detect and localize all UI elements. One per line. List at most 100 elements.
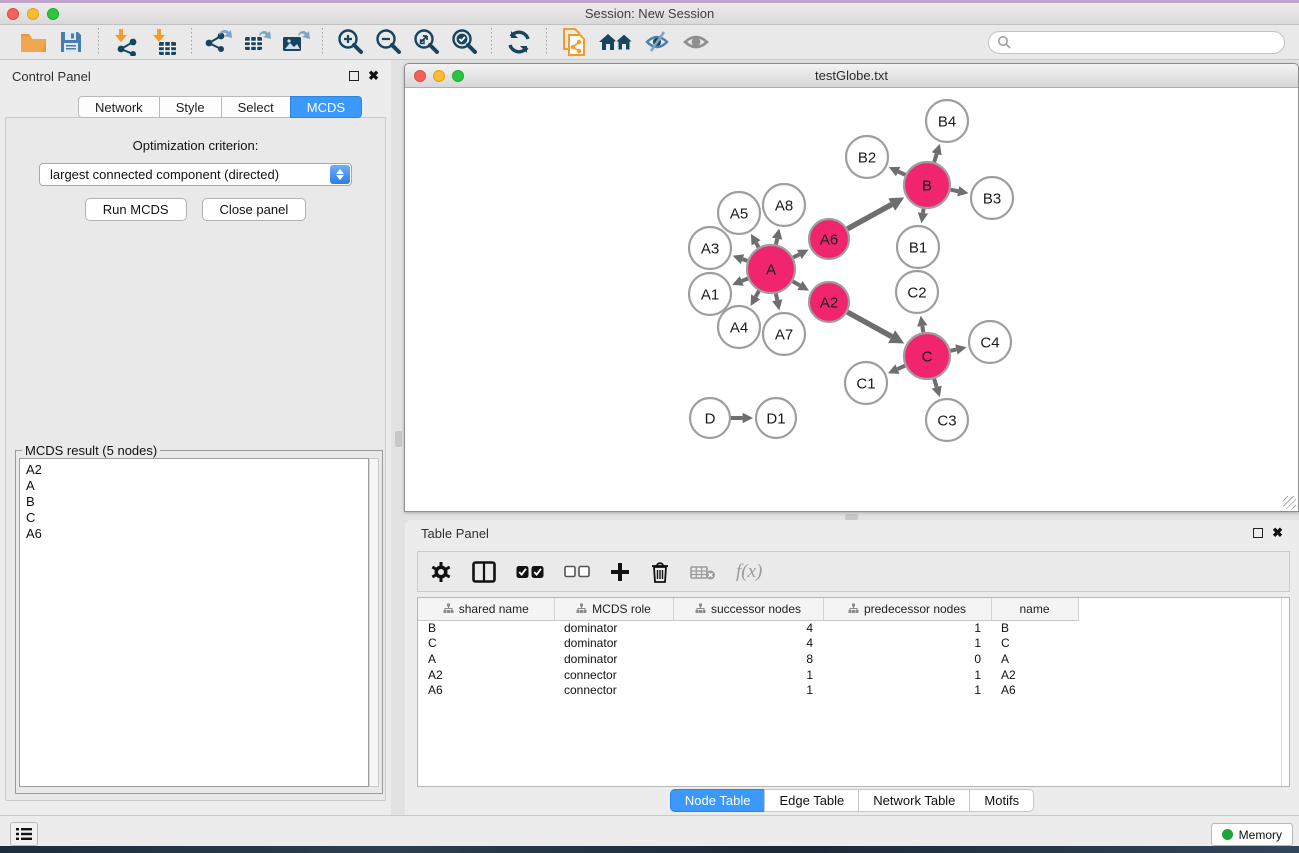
- table-cell[interactable]: 1: [823, 620, 991, 636]
- result-item[interactable]: B: [26, 494, 368, 510]
- graph-edge-A-A2[interactable]: [793, 281, 800, 285]
- network-canvas[interactable]: B4B2BB3A5A8A6A3B1AA1C2A2A4A7C4CC1DD1C3: [405, 88, 1298, 511]
- table-cell[interactable]: connector: [554, 667, 673, 683]
- import-network-button[interactable]: [110, 27, 142, 57]
- table-row[interactable]: A2connector11A2: [418, 667, 1078, 683]
- zoom-fit-button[interactable]: [410, 27, 442, 57]
- tab-select[interactable]: Select: [221, 96, 290, 118]
- table-cell[interactable]: dominator: [554, 651, 673, 667]
- table-cell[interactable]: A2: [418, 667, 554, 683]
- graph-edge-A-A6[interactable]: [793, 254, 799, 257]
- graph-edge-C-C3[interactable]: [934, 379, 937, 387]
- export-network-button[interactable]: [203, 27, 235, 57]
- graph-edge-B-B1[interactable]: [923, 209, 924, 213]
- graph-edge-A6-B[interactable]: [847, 204, 891, 228]
- desktop-vertical-scrollbar[interactable]: [395, 431, 402, 447]
- criterion-select[interactable]: largest connected component (directed): [39, 163, 352, 186]
- table-cell[interactable]: 4: [673, 620, 823, 636]
- table-vertical-scrollbar[interactable]: [1281, 598, 1289, 786]
- table-cell[interactable]: A2: [991, 667, 1078, 683]
- graph-edge-B-B4[interactable]: [934, 154, 937, 162]
- result-item[interactable]: A2: [26, 462, 368, 478]
- table-row[interactable]: Adominator80A: [418, 651, 1078, 667]
- result-list-scrollbar[interactable]: [369, 458, 379, 787]
- node-table-grid[interactable]: shared nameMCDS rolesuccessor nodesprede…: [418, 598, 1078, 698]
- network-zoom-button[interactable]: [452, 70, 464, 82]
- table-cell[interactable]: B: [991, 620, 1078, 636]
- close-panel-icon[interactable]: ✖: [368, 71, 379, 81]
- table-cell[interactable]: A6: [418, 682, 554, 698]
- table-cell[interactable]: C: [991, 636, 1078, 652]
- table-settings-button[interactable]: [430, 561, 452, 583]
- table-cell[interactable]: A: [418, 651, 554, 667]
- select-all-button[interactable]: [516, 565, 544, 579]
- task-history-button[interactable]: [10, 822, 38, 846]
- search-field[interactable]: [988, 31, 1285, 54]
- window-resize-grip[interactable]: [1283, 496, 1296, 509]
- zoom-selected-button[interactable]: [448, 27, 480, 57]
- save-session-button[interactable]: [55, 27, 87, 57]
- delete-table-button[interactable]: [690, 563, 716, 581]
- column-header-MCDS-role[interactable]: MCDS role: [554, 598, 673, 620]
- result-item[interactable]: A: [26, 478, 368, 494]
- graph-edge-A-A1[interactable]: [742, 278, 748, 280]
- export-table-button[interactable]: [241, 27, 273, 57]
- function-builder-button[interactable]: f(x): [736, 561, 762, 583]
- tab-edge-table[interactable]: Edge Table: [764, 789, 858, 812]
- table-cell[interactable]: 8: [673, 651, 823, 667]
- table-cell[interactable]: 1: [823, 682, 991, 698]
- graph-edge-C-C4[interactable]: [950, 349, 956, 350]
- delete-column-button[interactable]: [650, 561, 670, 583]
- close-panel-button[interactable]: Close panel: [202, 198, 307, 221]
- column-header-predecessor-nodes[interactable]: predecessor nodes: [823, 598, 991, 620]
- graph-edge-A-A7[interactable]: [776, 294, 777, 301]
- tab-network-table[interactable]: Network Table: [858, 789, 969, 812]
- column-header-shared-name[interactable]: shared name: [418, 598, 554, 620]
- table-cell[interactable]: dominator: [554, 620, 673, 636]
- tab-node-table[interactable]: Node Table: [670, 789, 765, 812]
- table-cell[interactable]: C: [418, 636, 554, 652]
- column-header-successor-nodes[interactable]: successor nodes: [673, 598, 823, 620]
- graph-edge-C-C1[interactable]: [897, 366, 905, 369]
- network-minimize-button[interactable]: [433, 70, 445, 82]
- deselect-all-button[interactable]: [564, 565, 590, 578]
- graph-edge-A-A8[interactable]: [776, 239, 777, 245]
- table-cell[interactable]: A: [991, 651, 1078, 667]
- zoom-out-button[interactable]: [372, 27, 404, 57]
- hide-selected-button[interactable]: [642, 27, 674, 57]
- result-item[interactable]: A6: [26, 526, 368, 542]
- graph-edge-A2-C[interactable]: [847, 312, 891, 336]
- export-image-button[interactable]: [279, 27, 311, 57]
- close-table-panel-icon[interactable]: ✖: [1272, 528, 1283, 538]
- column-header-name[interactable]: name: [991, 598, 1078, 620]
- graph-edge-A-A5[interactable]: [756, 243, 759, 247]
- show-hidden-button[interactable]: [680, 27, 712, 57]
- mcds-result-list[interactable]: A2ABCA6: [19, 458, 369, 787]
- tab-network[interactable]: Network: [78, 96, 159, 118]
- table-cell[interactable]: A6: [991, 682, 1078, 698]
- zoom-in-button[interactable]: [334, 27, 366, 57]
- table-cell[interactable]: dominator: [554, 636, 673, 652]
- show-all-networks-button[interactable]: [596, 27, 636, 57]
- refresh-button[interactable]: [503, 27, 535, 57]
- create-column-button[interactable]: [610, 562, 630, 582]
- float-table-panel-icon[interactable]: [1253, 528, 1263, 538]
- table-cell[interactable]: 1: [673, 682, 823, 698]
- table-cell[interactable]: 1: [823, 636, 991, 652]
- table-row[interactable]: Cdominator41C: [418, 636, 1078, 652]
- graph-edge-A-A3[interactable]: [743, 259, 748, 261]
- table-cell[interactable]: connector: [554, 682, 673, 698]
- import-table-button[interactable]: [148, 27, 180, 57]
- tab-mcds[interactable]: MCDS: [290, 96, 362, 118]
- graph-edge-A-A4[interactable]: [756, 291, 759, 297]
- table-cell[interactable]: B: [418, 620, 554, 636]
- table-cell[interactable]: 1: [823, 667, 991, 683]
- table-cell[interactable]: 0: [823, 651, 991, 667]
- run-mcds-button[interactable]: Run MCDS: [85, 198, 187, 221]
- tab-style[interactable]: Style: [159, 96, 221, 118]
- network-window-titlebar[interactable]: testGlobe.txt: [405, 64, 1298, 88]
- tab-motifs[interactable]: Motifs: [969, 789, 1034, 812]
- graph-edge-B-B3[interactable]: [951, 190, 959, 192]
- open-session-button[interactable]: [17, 27, 49, 57]
- table-row[interactable]: A6connector11A6: [418, 682, 1078, 698]
